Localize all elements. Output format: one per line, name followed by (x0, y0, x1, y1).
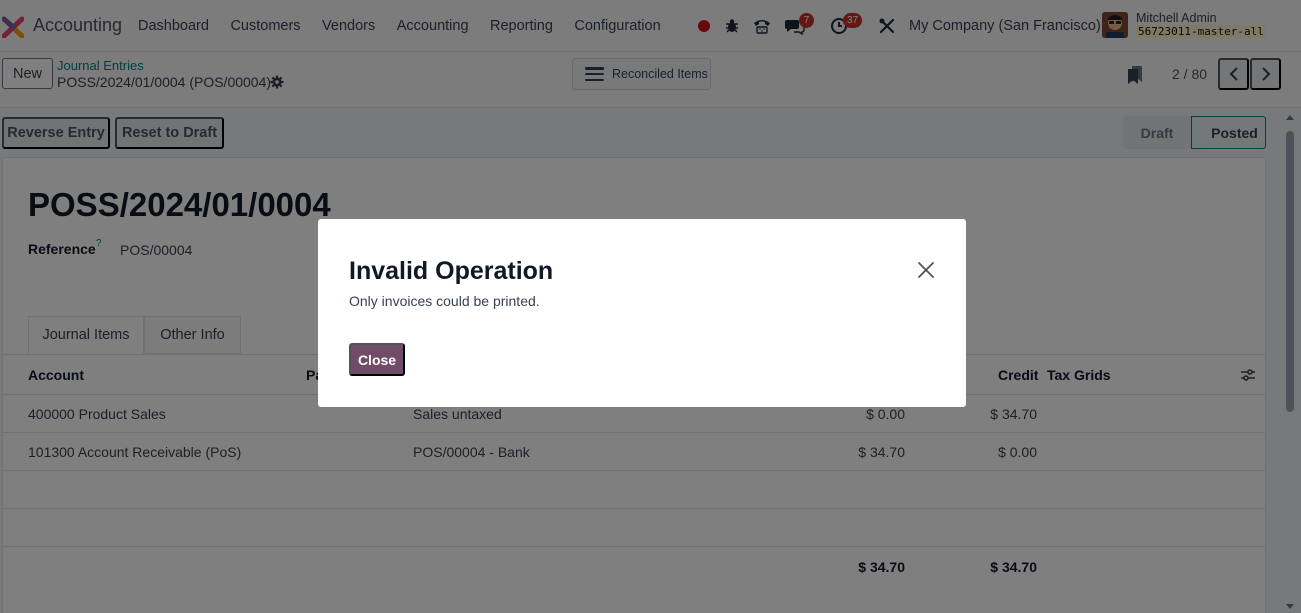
dialog-title: Invalid Operation (349, 257, 554, 285)
close-icon[interactable] (916, 260, 936, 280)
error-dialog: Invalid Operation Only invoices could be… (318, 219, 966, 407)
dialog-message: Only invoices could be printed. (349, 293, 540, 309)
close-button[interactable]: Close (349, 343, 405, 376)
